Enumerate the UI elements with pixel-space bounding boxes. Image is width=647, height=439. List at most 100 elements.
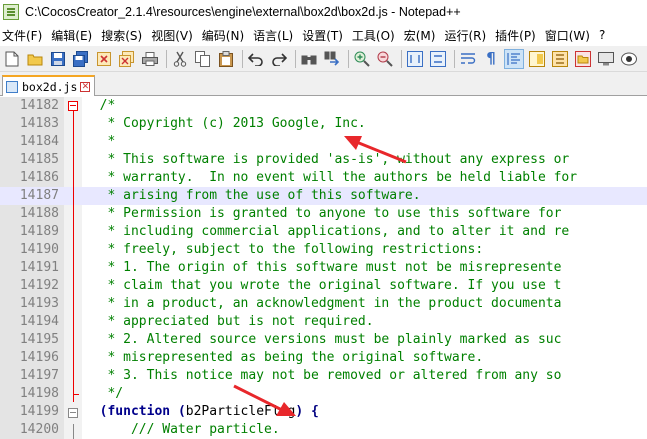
line-text: * warranty. In no event will the authors…	[84, 170, 578, 185]
menu-run[interactable]: 运行(R)	[442, 27, 493, 44]
menu-file[interactable]: 文件(F)	[0, 27, 49, 44]
paren-open: (	[177, 404, 186, 419]
line-text: * arising from the use of this software.	[84, 188, 421, 203]
fold-end-marker	[73, 394, 79, 395]
menu-edit[interactable]: 编辑(E)	[49, 27, 99, 44]
line-number: 14186	[19, 170, 59, 185]
line-text: *	[84, 134, 116, 149]
line-text: * freely, subject to the following restr…	[84, 242, 484, 257]
zoom-in-icon[interactable]	[352, 49, 372, 69]
document-tab-bar: box2d.js ✕	[0, 72, 647, 96]
code-line: 14188 * Permission is granted to anyone …	[0, 205, 647, 223]
line-number: 14184	[19, 134, 59, 149]
open-file-icon[interactable]	[25, 49, 45, 69]
show-all-chars-icon[interactable]: ¶	[481, 49, 501, 69]
menu-plugins[interactable]: 插件(P)	[493, 27, 543, 44]
zoom-out-icon[interactable]	[375, 49, 395, 69]
save-all-icon[interactable]	[71, 49, 91, 69]
close-icon[interactable]	[94, 49, 114, 69]
code-line: 14199 (function (b2ParticleFlag) {	[0, 403, 647, 421]
line-number: 14185	[19, 152, 59, 167]
paste-icon[interactable]	[216, 49, 236, 69]
function-list-icon[interactable]	[550, 49, 570, 69]
line-number: 14192	[19, 278, 59, 293]
doc-map-icon[interactable]	[527, 49, 547, 69]
line-number: 14200	[19, 422, 59, 437]
identifier: b2ParticleFlag	[185, 404, 296, 419]
line-number: 14193	[19, 296, 59, 311]
sync-vertical-icon[interactable]	[405, 49, 425, 69]
current-line: 14187 * arising from the use of this sof…	[0, 187, 647, 205]
code-line: 14196 * misrepresented as being the orig…	[0, 349, 647, 367]
code-line: 14191 * 1. The origin of this software m…	[0, 259, 647, 277]
code-line: 14190 * freely, subject to the following…	[0, 241, 647, 259]
undo-icon[interactable]	[246, 49, 266, 69]
line-number: 14197	[19, 368, 59, 383]
cut-icon[interactable]	[170, 49, 190, 69]
line-number: 14198	[19, 386, 59, 401]
menu-language[interactable]: 语言(L)	[251, 27, 300, 44]
toolbar-separator	[166, 49, 167, 68]
line-number: 14196	[19, 350, 59, 365]
code-line: 14185 * This software is provided 'as-is…	[0, 151, 647, 169]
line-number: 14199	[19, 404, 59, 419]
replace-icon[interactable]	[322, 49, 342, 69]
notepadpp-app-icon	[3, 4, 19, 20]
code-line: 14198 */	[0, 385, 647, 403]
menu-settings[interactable]: 设置(T)	[300, 27, 350, 44]
find-icon[interactable]	[299, 49, 319, 69]
redo-icon[interactable]	[269, 49, 289, 69]
code-line: 14193 * in a product, an acknowledgment …	[0, 295, 647, 313]
code-line: 14194 * appreciated but is not required.	[0, 313, 647, 331]
menu-macro[interactable]: 宏(M)	[402, 27, 443, 44]
line-number: 14188	[19, 206, 59, 221]
line-text: * Permission is granted to anyone to use…	[84, 206, 562, 221]
line-text: * claim that you wrote the original soft…	[84, 278, 562, 293]
line-text: * 1. The origin of this software must no…	[84, 260, 562, 275]
tab-box2d-js[interactable]: box2d.js ✕	[2, 75, 96, 96]
tab-label: box2d.js	[22, 79, 78, 94]
line-number: 14183	[19, 116, 59, 131]
monitor-icon[interactable]	[596, 49, 616, 69]
line-number: 14182	[19, 98, 59, 113]
code-line: 14189 * including commercial application…	[0, 223, 647, 241]
save-icon[interactable]	[48, 49, 68, 69]
record-macro-icon[interactable]	[619, 49, 639, 69]
toolbar-separator	[401, 49, 402, 68]
folder-as-workspace-icon[interactable]	[573, 49, 593, 69]
toolbar-separator	[242, 49, 243, 68]
keyword-function: (function	[99, 404, 171, 419]
copy-icon[interactable]	[193, 49, 213, 69]
code-editor[interactable]: 14182 /* 14183 * Copyright (c) 2013 Goog…	[0, 97, 647, 439]
close-all-icon[interactable]	[117, 49, 137, 69]
toolbar-separator	[348, 49, 349, 68]
new-file-icon[interactable]	[2, 49, 22, 69]
print-icon[interactable]	[140, 49, 160, 69]
menu-window[interactable]: 窗口(W)	[543, 27, 597, 44]
menu-view[interactable]: 视图(V)	[149, 27, 200, 44]
title-bar: C:\CocosCreator_2.1.4\resources\engine\e…	[0, 0, 647, 24]
menu-tools[interactable]: 工具(O)	[350, 27, 402, 44]
menu-encoding[interactable]: 编码(N)	[200, 27, 251, 44]
line-text: /// Water particle.	[84, 422, 280, 437]
code-line: 14192 * claim that you wrote the origina…	[0, 277, 647, 295]
indent-guide-icon[interactable]	[504, 48, 524, 69]
menu-search[interactable]: 搜索(S)	[99, 27, 149, 44]
tab-close-icon[interactable]: ✕	[80, 81, 91, 92]
menu-help[interactable]: ?	[597, 28, 612, 42]
line-number: 14194	[19, 314, 59, 329]
line-text: /*	[84, 98, 116, 113]
line-text: * misrepresented as being the original s…	[84, 350, 484, 365]
line-text: * 3. This notice may not be removed or a…	[84, 368, 562, 383]
line-text: * 2. Altered source versions must be pla…	[84, 332, 562, 347]
line-text: * appreciated but is not required.	[84, 314, 374, 329]
fold-guide	[73, 106, 74, 402]
fold-toggle-icon[interactable]	[68, 408, 78, 418]
fold-toggle-icon[interactable]	[68, 101, 78, 111]
sync-horizontal-icon[interactable]	[428, 49, 448, 69]
file-icon	[6, 80, 18, 93]
word-wrap-icon[interactable]	[458, 49, 478, 69]
code-line: 14197 * 3. This notice may not be remove…	[0, 367, 647, 385]
code-line: 14195 * 2. Altered source versions must …	[0, 331, 647, 349]
